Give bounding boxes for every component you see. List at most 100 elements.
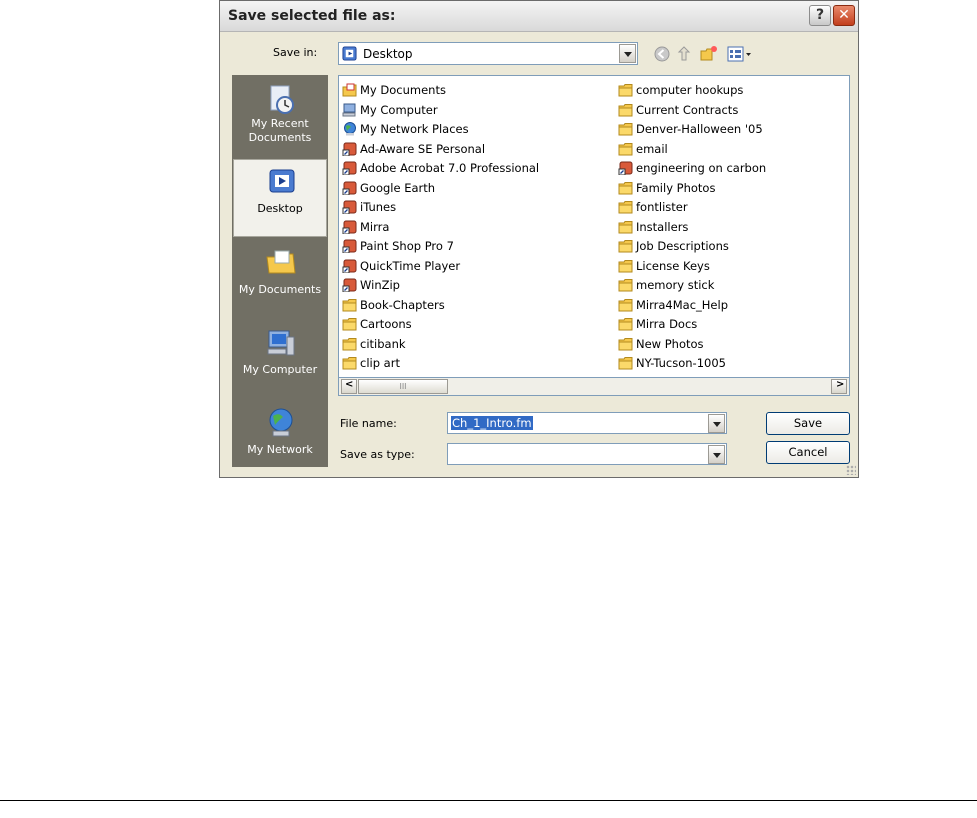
- list-item[interactable]: email: [618, 140, 766, 160]
- list-item[interactable]: Current Contracts: [618, 101, 766, 121]
- file-column-left: My Documents My Computer My Network Places…: [342, 81, 539, 374]
- file-name-text: clip art: [360, 356, 400, 370]
- file-name-text: Job Descriptions: [636, 239, 729, 253]
- list-item[interactable]: License Keys: [618, 257, 766, 277]
- title-bar[interactable]: Save selected file as: ? ✕: [220, 1, 858, 32]
- file-name-text: computer hookups: [636, 83, 744, 97]
- list-item[interactable]: Paint Shop Pro 7: [342, 237, 539, 257]
- list-item[interactable]: Denver-Halloween '05: [618, 120, 766, 140]
- list-item[interactable]: My Network Places: [342, 120, 539, 140]
- file-name-text: iTunes: [360, 200, 397, 214]
- place-label: My Network: [247, 443, 313, 456]
- scroll-left-button[interactable]: <: [341, 379, 357, 394]
- place-desktop[interactable]: Desktop: [233, 159, 327, 237]
- list-item[interactable]: My Documents: [342, 81, 539, 101]
- list-item[interactable]: Cartoons: [342, 315, 539, 335]
- close-button[interactable]: ✕: [833, 5, 855, 26]
- folder-icon: [342, 337, 358, 351]
- recent-documents-icon: [270, 85, 294, 114]
- list-item[interactable]: memory stick: [618, 276, 766, 296]
- save-in-combo[interactable]: Desktop: [338, 42, 638, 65]
- folder-icon: [618, 259, 634, 273]
- save-as-type-label: Save as type:: [340, 448, 415, 461]
- list-item[interactable]: Ad-Aware SE Personal: [342, 140, 539, 160]
- list-item[interactable]: Installers: [618, 218, 766, 238]
- file-name-input[interactable]: Ch_1_Intro.fm: [447, 412, 727, 434]
- folder-icon: [618, 122, 634, 136]
- save-in-dropdown-button[interactable]: [619, 44, 636, 63]
- file-name-text: citibank: [360, 336, 406, 351]
- folder-icon: [618, 181, 634, 195]
- place-my-recent-documents[interactable]: My Recent Documents: [233, 77, 327, 155]
- folder-icon: [342, 317, 358, 331]
- place-label: Desktop: [257, 202, 303, 215]
- new-folder-icon[interactable]: [700, 45, 718, 63]
- list-item[interactable]: My Computer: [342, 101, 539, 121]
- file-name-dropdown-button[interactable]: [708, 414, 725, 433]
- file-name-text: fontlister: [636, 200, 688, 214]
- shortcut-icon: [342, 278, 358, 293]
- folder-icon: [618, 103, 634, 117]
- file-name-text: NY-Tucson-1005: [636, 356, 726, 370]
- shortcut-icon: [342, 142, 358, 156]
- shortcut-icon: [342, 220, 358, 234]
- up-folder-icon[interactable]: [675, 45, 693, 63]
- views-menu-icon[interactable]: [727, 45, 753, 63]
- resize-grip[interactable]: [846, 465, 856, 475]
- file-name-text: Family Photos: [636, 180, 716, 195]
- list-item[interactable]: New Photos: [618, 335, 766, 355]
- list-item[interactable]: Mirra4Mac_Help: [618, 296, 766, 316]
- scroll-right-button[interactable]: >: [831, 379, 847, 394]
- save-in-label: Save in:: [273, 46, 318, 59]
- folder-icon: [618, 356, 634, 370]
- desktop-icon: [342, 46, 357, 61]
- list-item[interactable]: Google Earth: [342, 179, 539, 199]
- shortcut-icon: [342, 181, 358, 195]
- list-item[interactable]: QuickTime Player: [342, 257, 539, 277]
- file-name-text: Mirra4Mac_Help: [636, 297, 728, 312]
- file-name-value: Ch_1_Intro.fm: [451, 416, 533, 430]
- folder-icon: [618, 200, 634, 214]
- list-item[interactable]: iTunes: [342, 198, 539, 218]
- shortcut-icon: [342, 200, 358, 215]
- file-column-right: computer hookups Current Contracts Denver-…: [618, 81, 766, 374]
- place-my-computer[interactable]: My Computer: [233, 321, 327, 399]
- list-item[interactable]: Mirra: [342, 218, 539, 238]
- cancel-button[interactable]: Cancel: [766, 441, 850, 464]
- list-item[interactable]: Book-Chapters: [342, 296, 539, 316]
- folder-icon: [618, 83, 634, 97]
- horizontal-scrollbar[interactable]: < III >: [338, 378, 850, 396]
- file-name-text: email: [636, 141, 668, 156]
- shortcut-icon: [342, 239, 358, 254]
- list-item[interactable]: clip art: [342, 354, 539, 374]
- file-name-text: memory stick: [636, 278, 715, 292]
- my-documents-icon: [266, 250, 296, 274]
- file-name-text: Installers: [636, 219, 689, 234]
- network-icon: [342, 122, 358, 136]
- list-item[interactable]: Adobe Acrobat 7.0 Professional: [342, 159, 539, 179]
- file-list[interactable]: My Documents My Computer My Network Places…: [338, 75, 850, 378]
- list-item[interactable]: NY-Tucson-1005: [618, 354, 766, 374]
- list-item[interactable]: citibank: [342, 335, 539, 355]
- save-button[interactable]: Save: [766, 412, 850, 435]
- list-item[interactable]: engineering on carbon: [618, 159, 766, 179]
- list-item[interactable]: Family Photos: [618, 179, 766, 199]
- list-item[interactable]: fontlister: [618, 198, 766, 218]
- list-item[interactable]: Mirra Docs: [618, 315, 766, 335]
- save-as-type-dropdown-button[interactable]: [708, 445, 725, 464]
- folder-icon: [618, 239, 634, 253]
- file-name-text: Book-Chapters: [360, 297, 445, 312]
- place-my-documents[interactable]: My Documents: [233, 241, 327, 319]
- save-as-type-select[interactable]: [447, 443, 727, 465]
- save-dialog: Save selected file as: ? ✕ Save in: Desk…: [219, 0, 859, 478]
- folder-icon: [618, 220, 634, 234]
- list-item[interactable]: computer hookups: [618, 81, 766, 101]
- help-button[interactable]: ?: [809, 5, 831, 26]
- list-item[interactable]: WinZip: [342, 276, 539, 296]
- folder-icon: [342, 356, 358, 370]
- list-item[interactable]: Job Descriptions: [618, 237, 766, 257]
- place-label: My Computer: [242, 363, 318, 376]
- scroll-thumb[interactable]: III: [358, 379, 448, 394]
- place-my-network[interactable]: My Network: [233, 401, 327, 479]
- back-icon[interactable]: [653, 45, 671, 63]
